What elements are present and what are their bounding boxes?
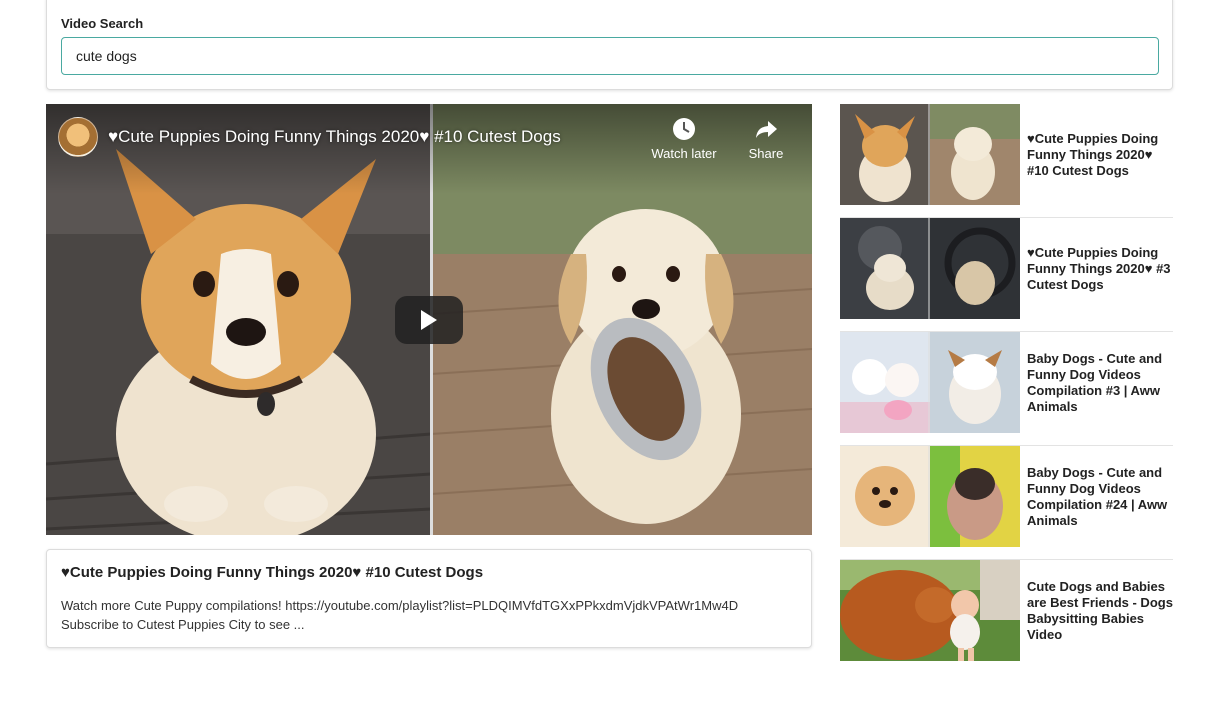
list-item-title[interactable]: Baby Dogs - Cute and Funny Dog Videos Co… bbox=[1027, 332, 1173, 433]
description-line-2: Subscribe to Cutest Puppies City to see … bbox=[61, 617, 305, 632]
video-description: Watch more Cute Puppy compilations! http… bbox=[61, 596, 801, 634]
list-item-title[interactable]: Baby Dogs - Cute and Funny Dog Videos Co… bbox=[1027, 446, 1173, 547]
share-label: Share bbox=[748, 146, 784, 161]
watch-later-label: Watch later bbox=[651, 146, 717, 161]
list-item[interactable]: Cute Dogs and Babies are Best Friends - … bbox=[840, 560, 1173, 674]
list-item-title[interactable]: Cute Dogs and Babies are Best Friends - … bbox=[1027, 560, 1173, 661]
search-label: Video Search bbox=[61, 16, 144, 31]
video-list: ♥Cute Puppies Doing Funny Things 2020♥ #… bbox=[840, 104, 1173, 674]
video-details-card: ♥Cute Puppies Doing Funny Things 2020♥ #… bbox=[46, 549, 812, 648]
search-card: Video Search bbox=[46, 0, 1173, 90]
list-item[interactable]: ♥Cute Puppies Doing Funny Things 2020♥ #… bbox=[840, 218, 1173, 332]
player-title[interactable]: ♥Cute Puppies Doing Funny Things 2020♥ #… bbox=[108, 127, 561, 147]
play-icon bbox=[421, 310, 437, 330]
list-item-thumbnail[interactable] bbox=[840, 104, 1020, 205]
video-title: ♥Cute Puppies Doing Funny Things 2020♥ #… bbox=[61, 564, 484, 581]
description-line-1: Watch more Cute Puppy compilations! http… bbox=[61, 598, 739, 613]
watch-later-button[interactable]: Watch later bbox=[644, 116, 724, 161]
video-player[interactable]: ♥Cute Puppies Doing Funny Things 2020♥ #… bbox=[46, 104, 812, 535]
list-item[interactable]: ♥Cute Puppies Doing Funny Things 2020♥ #… bbox=[840, 104, 1173, 218]
list-item-thumbnail[interactable] bbox=[840, 218, 1020, 319]
channel-avatar[interactable] bbox=[58, 117, 98, 157]
search-input[interactable] bbox=[61, 37, 1159, 75]
list-item-title[interactable]: ♥Cute Puppies Doing Funny Things 2020♥ #… bbox=[1027, 218, 1173, 319]
list-item[interactable]: Baby Dogs - Cute and Funny Dog Videos Co… bbox=[840, 332, 1173, 446]
list-item-title[interactable]: ♥Cute Puppies Doing Funny Things 2020♥ #… bbox=[1027, 104, 1173, 205]
list-item-thumbnail[interactable] bbox=[840, 560, 1020, 661]
play-button[interactable] bbox=[395, 296, 463, 344]
share-arrow-icon bbox=[756, 121, 777, 138]
list-item-thumbnail[interactable] bbox=[840, 446, 1020, 547]
clock-icon bbox=[673, 118, 695, 140]
share-button[interactable]: Share bbox=[726, 116, 806, 161]
list-item-thumbnail[interactable] bbox=[840, 332, 1020, 433]
list-item[interactable]: Baby Dogs - Cute and Funny Dog Videos Co… bbox=[840, 446, 1173, 560]
